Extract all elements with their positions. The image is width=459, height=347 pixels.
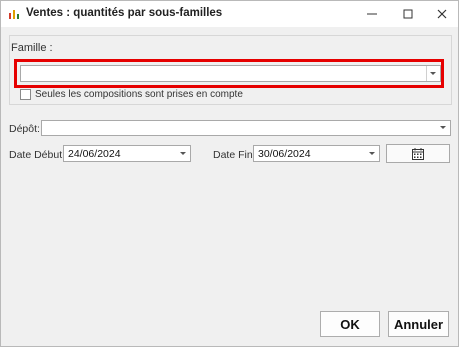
famille-dropdown-button[interactable]	[426, 66, 440, 81]
famille-combobox[interactable]	[20, 65, 441, 82]
chevron-down-icon	[440, 126, 446, 129]
date-fin-value: 30/06/2024	[258, 148, 311, 160]
minimize-button[interactable]	[357, 1, 387, 27]
maximize-icon	[403, 9, 413, 19]
close-button[interactable]	[427, 1, 457, 27]
bar-chart-icon	[9, 10, 19, 19]
date-fin-label: Date Fin:	[213, 149, 256, 161]
chevron-down-icon	[180, 151, 186, 155]
compositions-checkbox[interactable]	[20, 89, 31, 100]
date-debut-value: 24/06/2024	[68, 148, 121, 160]
chevron-down-icon	[430, 71, 436, 75]
close-icon	[437, 9, 447, 19]
window-title: Ventes : quantités par sous-familles	[26, 7, 223, 19]
calendar-button[interactable]	[386, 144, 450, 163]
famille-label: Famille :	[11, 42, 53, 54]
ok-button[interactable]: OK	[320, 311, 380, 337]
date-debut-picker[interactable]: 24/06/2024	[63, 145, 191, 162]
cancel-button[interactable]: Annuler	[388, 311, 449, 337]
depot-label: Dépôt:	[9, 123, 40, 135]
chevron-down-icon	[369, 151, 375, 155]
dialog-window: Ventes : quantités par sous-familles Fam…	[0, 0, 459, 347]
depot-combobox[interactable]	[41, 120, 451, 136]
maximize-button[interactable]	[393, 1, 423, 27]
title-bar: Ventes : quantités par sous-familles	[1, 1, 458, 27]
compositions-label[interactable]: Seules les compositions sont prises en c…	[35, 89, 243, 100]
minimize-icon	[367, 13, 377, 15]
date-fin-picker[interactable]: 30/06/2024	[253, 145, 380, 162]
date-debut-label: Date Début:	[9, 149, 66, 161]
calendar-icon	[412, 147, 424, 160]
